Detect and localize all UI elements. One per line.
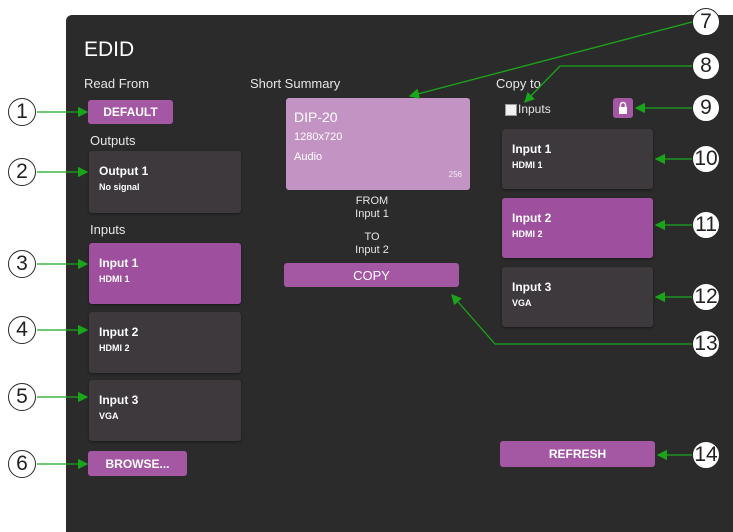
callout-7: 7 <box>692 8 720 36</box>
callout-arrows <box>37 21 693 470</box>
callout-arrow-13 <box>451 294 692 345</box>
callout-14: 14 <box>692 441 720 469</box>
callout-arrow-8 <box>524 65 692 103</box>
callout-2: 2 <box>8 158 36 186</box>
callout-12: 12 <box>692 283 720 311</box>
callout-1: 1 <box>8 98 36 126</box>
callout-9: 9 <box>692 94 720 122</box>
callout-5: 5 <box>8 383 36 411</box>
callout-4: 4 <box>8 316 36 344</box>
callout-8: 8 <box>692 52 720 80</box>
callout-11: 11 <box>692 211 720 239</box>
callout-arrow-7 <box>408 21 693 99</box>
callout-10: 10 <box>692 145 720 173</box>
callout-6: 6 <box>8 450 36 478</box>
callout-3: 3 <box>8 250 36 278</box>
callout-13: 13 <box>692 330 720 358</box>
